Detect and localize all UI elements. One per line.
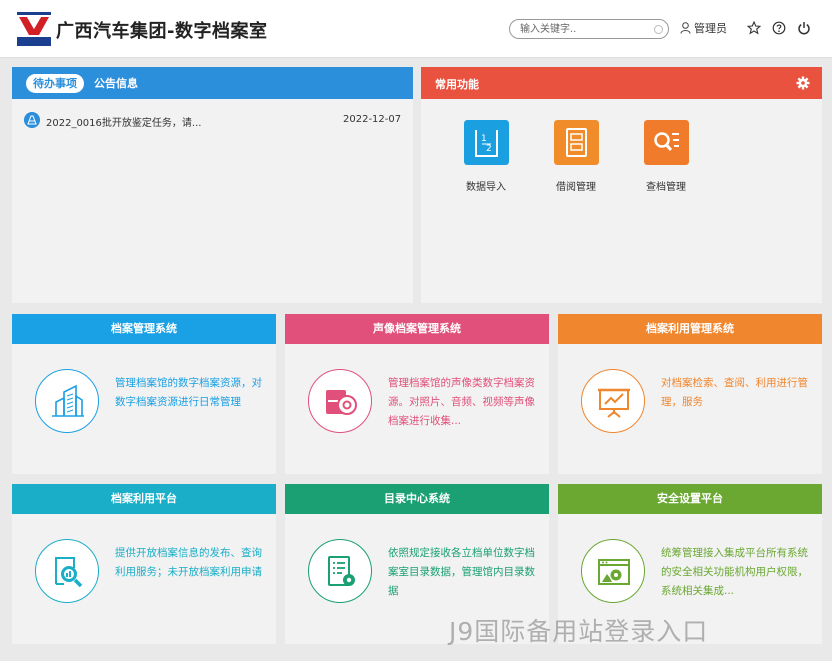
search-clear-icon[interactable] — [654, 25, 663, 34]
catalog-gear-icon — [328, 556, 355, 586]
card-icon-circle — [35, 539, 99, 603]
card-description: 管理档案馆的声像类数字档案资源。对照片、音频、视频等声像档案进行收集... — [388, 377, 535, 427]
card-description: 提供开放档案信息的发布、查询利用服务；未开放档案利用申请 — [115, 547, 262, 578]
card-description: 对档案检索、查阅、利用进行管理，服务 — [661, 377, 808, 408]
help-icon[interactable] — [772, 21, 786, 35]
system-card-media-archive[interactable]: 声像档案管理系统 管理档案馆的声像类数字档案资源。对照片、音频、视频等声像档案进… — [285, 314, 549, 474]
card-title: 档案管理系统 — [12, 314, 276, 344]
task-icon — [24, 112, 40, 128]
watermark-text: J9国际备用站登录入口 — [449, 617, 709, 646]
card-description: 管理档案馆的数字档案资源，对数字档案资源进行日常管理 — [115, 377, 262, 408]
tab-todo[interactable]: 待办事项 — [26, 74, 84, 93]
card-title: 档案利用平台 — [12, 484, 276, 514]
borrow-cabinet-icon — [553, 120, 599, 165]
card-title: 安全设置平台 — [558, 484, 822, 514]
presentation-chart-icon — [598, 388, 630, 418]
func-label: 查档管理 — [646, 182, 686, 193]
system-card-utilization-platform[interactable]: 档案利用平台 提供开放档案信息的发布、查询利用服务；未开放档案利用申请 — [12, 484, 276, 644]
card-icon-circle — [581, 369, 645, 433]
todo-item-text: 2022_0016批开放鉴定任务，请... — [46, 118, 202, 129]
func-search-management[interactable]: 查档管理 — [636, 120, 696, 193]
func-label: 借阅管理 — [556, 182, 596, 193]
window-gear-icon — [598, 559, 630, 585]
functions-panel-header: 常用功能 — [421, 67, 822, 99]
company-logo — [16, 11, 52, 47]
card-title: 目录中心系统 — [285, 484, 549, 514]
doc-search-icon — [55, 557, 83, 588]
common-functions-panel: 常用功能 1 2 数据导入 借阅管理 查档管理 — [421, 67, 822, 303]
user-icon — [680, 22, 691, 34]
tab-notice[interactable]: 公告信息 — [94, 74, 138, 93]
card-title: 档案利用管理系统 — [558, 314, 822, 344]
system-card-archive-utilization[interactable]: 档案利用管理系统 对档案检索、查阅、利用进行管理，服务 — [558, 314, 822, 474]
func-borrow-management[interactable]: 借阅管理 — [546, 120, 606, 193]
power-icon[interactable] — [797, 21, 811, 35]
todo-item-date: 2022-12-07 — [343, 114, 402, 125]
data-import-icon: 1 2 — [463, 120, 509, 165]
func-data-import[interactable]: 1 2 数据导入 — [456, 120, 516, 193]
user-name: 管理员 — [694, 22, 727, 35]
card-icon-circle — [308, 369, 372, 433]
app-header: 广西汽车集团-数字档案室 管理员 — [0, 0, 832, 58]
func-label: 数据导入 — [466, 182, 506, 193]
card-icon-circle — [35, 369, 99, 433]
star-icon[interactable] — [747, 21, 761, 35]
card-icon-circle — [308, 539, 372, 603]
svg-text:1: 1 — [481, 134, 487, 144]
search-input[interactable] — [520, 22, 650, 36]
todo-panel: 待办事项 公告信息 2022_0016批开放鉴定任务，请... 2022-12-… — [12, 67, 413, 303]
card-icon-circle — [581, 539, 645, 603]
search-box[interactable] — [509, 19, 669, 39]
search-doc-icon — [643, 120, 689, 165]
todo-item[interactable]: 2022_0016批开放鉴定任务，请... 2022-12-07 — [24, 111, 404, 129]
card-description: 依照规定接收各立档单位数字档案室目录数据，管理馆内目录数据 — [388, 547, 535, 597]
settings-gear-icon[interactable] — [796, 76, 810, 90]
system-card-archive-management[interactable]: 档案管理系统 管理档案馆的数字档案资源，对数字档案资源进行日常管理 — [12, 314, 276, 474]
user-menu[interactable]: 管理员 — [680, 20, 727, 36]
card-description: 统筹管理接入集成平台所有系统的安全相关功能机构用户权限，系统相关集成... — [661, 547, 808, 597]
app-title: 广西汽车集团-数字档案室 — [56, 21, 268, 42]
todo-panel-header: 待办事项 公告信息 — [12, 67, 413, 99]
media-disc-icon — [326, 390, 357, 415]
card-title: 声像档案管理系统 — [285, 314, 549, 344]
svg-text:2: 2 — [486, 144, 492, 154]
functions-panel-title: 常用功能 — [435, 78, 479, 91]
buildings-icon — [52, 384, 84, 417]
